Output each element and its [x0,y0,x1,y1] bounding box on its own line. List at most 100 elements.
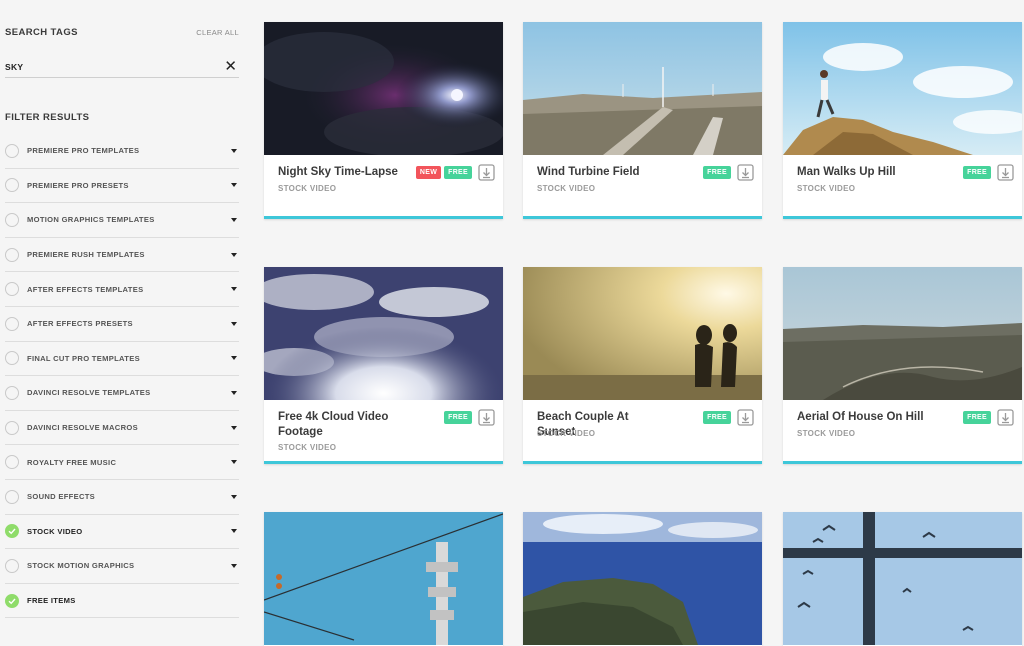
filter-checkbox[interactable] [5,282,19,297]
card-title[interactable]: Night Sky Time-Lapse [278,165,408,180]
card-badges: FREE [444,409,495,426]
download-icon[interactable] [997,164,1014,181]
video-card[interactable]: Wind Turbine Field STOCK VIDEO FREE [523,22,762,219]
card-info: Night Sky Time-Lapse STOCK VIDEO NEW FRE… [264,155,503,219]
caret-down-icon[interactable] [231,321,237,326]
caret-down-icon[interactable] [231,425,237,430]
caret-down-icon[interactable] [231,390,237,395]
card-info: Man Walks Up Hill STOCK VIDEO FREE [783,155,1022,219]
filter-checkbox[interactable] [5,178,19,193]
filter-item-royalty-free-music[interactable]: ROYALTY FREE MUSIC [5,445,239,480]
download-icon[interactable] [478,409,495,426]
video-thumbnail[interactable] [264,22,503,155]
caret-down-icon[interactable] [231,356,237,361]
download-icon[interactable] [737,164,754,181]
filter-checkbox[interactable] [5,385,19,400]
filter-checkbox[interactable] [5,489,19,504]
filter-item-motion-graphics-templates[interactable]: MOTION GRAPHICS TEMPLATES [5,203,239,238]
filter-item-after-effects-presets[interactable]: AFTER EFFECTS PRESETS [5,307,239,342]
filter-label: PREMIERE RUSH TEMPLATES [27,250,145,260]
filter-item-final-cut-pro-templates[interactable]: FINAL CUT PRO TEMPLATES [5,342,239,377]
download-icon[interactable] [478,164,495,181]
card-badges: FREE [963,409,1014,426]
search-tags-header: SEARCH TAGS CLEAR ALL [5,27,239,38]
caret-down-icon[interactable] [231,148,237,153]
clear-all-link[interactable]: CLEAR ALL [196,28,239,37]
filter-item-premiere-pro-presets[interactable]: PREMIERE PRO PRESETS [5,169,239,204]
filter-checkbox[interactable] [5,212,19,227]
video-thumbnail[interactable] [783,267,1022,400]
filter-item-stock-motion-graphics[interactable]: STOCK MOTION GRAPHICS [5,549,239,584]
filter-checkbox[interactable] [5,247,19,262]
filter-item-after-effects-templates[interactable]: AFTER EFFECTS TEMPLATES [5,272,239,307]
filter-item-davinci-resolve-macros[interactable]: DAVINCI RESOLVE MACROS [5,411,239,446]
video-card[interactable]: Night Sky Time-Lapse STOCK VIDEO NEW FRE… [264,22,503,219]
video-card[interactable] [783,512,1022,646]
card-info: Wind Turbine Field STOCK VIDEO FREE [523,155,762,219]
video-card[interactable] [523,512,762,646]
filter-checkbox[interactable] [5,351,19,366]
caret-down-icon[interactable] [231,217,237,222]
caret-down-icon[interactable] [231,183,237,188]
caret-down-icon[interactable] [231,287,237,292]
new-badge: NEW [415,166,442,179]
card-category: STOCK VIDEO [537,429,596,438]
filter-checkbox[interactable] [5,316,19,331]
caret-down-icon[interactable] [231,460,237,465]
download-icon[interactable] [997,409,1014,426]
card-badges: FREE [963,164,1014,181]
card-badges: FREE [703,164,754,181]
filter-label: FREE ITEMS [27,596,76,606]
download-icon[interactable] [737,409,754,426]
filter-label: AFTER EFFECTS PRESETS [27,319,133,329]
filter-checkbox[interactable] [5,558,19,573]
video-thumbnail[interactable] [523,512,762,645]
video-thumbnail[interactable] [523,22,762,155]
caret-down-icon[interactable] [231,563,237,568]
card-category: STOCK VIDEO [278,443,337,452]
filter-label: PREMIERE PRO PRESETS [27,180,129,190]
caret-down-icon[interactable] [231,529,237,534]
check-icon [8,528,16,535]
filter-item-stock-video[interactable]: STOCK VIDEO [5,515,239,550]
card-category: STOCK VIDEO [278,184,337,193]
filter-item-premiere-rush-templates[interactable]: PREMIERE RUSH TEMPLATES [5,238,239,273]
card-title[interactable]: Free 4k Cloud Video Footage [278,410,408,440]
card-title[interactable]: Man Walks Up Hill [797,165,927,180]
filter-checkbox[interactable] [5,455,19,470]
filter-label: AFTER EFFECTS TEMPLATES [27,284,144,294]
card-title[interactable]: Wind Turbine Field [537,165,667,180]
filter-checkbox[interactable] [5,524,19,539]
caret-down-icon[interactable] [231,494,237,499]
video-card[interactable]: Beach Couple At Sunset STOCK VIDEO FREE [523,267,762,464]
video-thumbnail[interactable] [523,267,762,400]
filter-results-title: FILTER RESULTS [5,112,90,123]
card-info: Beach Couple At Sunset STOCK VIDEO FREE [523,400,762,464]
video-thumbnail[interactable] [783,512,1022,645]
filter-item-davinci-resolve-templates[interactable]: DAVINCI RESOLVE TEMPLATES [5,376,239,411]
filter-checkbox[interactable] [5,143,19,158]
card-badges: NEW FREE [415,164,495,181]
filter-checkbox[interactable] [5,593,19,608]
video-thumbnail[interactable] [264,267,503,400]
filter-list: PREMIERE PRO TEMPLATES PREMIERE PRO PRES… [5,134,239,619]
free-badge: FREE [703,411,731,424]
video-card[interactable] [264,512,503,646]
caret-down-icon[interactable] [231,252,237,257]
free-badge: FREE [444,166,472,179]
video-thumbnail[interactable] [783,22,1022,155]
video-thumbnail[interactable] [264,512,503,645]
filter-item-sound-effects[interactable]: SOUND EFFECTS [5,480,239,515]
filter-sidebar: SEARCH TAGS CLEAR ALL SKY ✕ FILTER RESUL… [0,0,244,646]
video-card[interactable]: Aerial Of House On Hill STOCK VIDEO FREE [783,267,1022,464]
filter-item-free-items[interactable]: FREE ITEMS [5,584,239,619]
filter-item-premiere-pro-templates[interactable]: PREMIERE PRO TEMPLATES [5,134,239,169]
card-title[interactable]: Aerial Of House On Hill [797,410,927,425]
filter-label: STOCK MOTION GRAPHICS [27,561,135,571]
close-icon[interactable]: ✕ [224,59,237,74]
filter-checkbox[interactable] [5,420,19,435]
filter-label: DAVINCI RESOLVE MACROS [27,423,138,433]
card-info: Free 4k Cloud Video Footage STOCK VIDEO … [264,400,503,464]
video-card[interactable]: Free 4k Cloud Video Footage STOCK VIDEO … [264,267,503,464]
video-card[interactable]: Man Walks Up Hill STOCK VIDEO FREE [783,22,1022,219]
